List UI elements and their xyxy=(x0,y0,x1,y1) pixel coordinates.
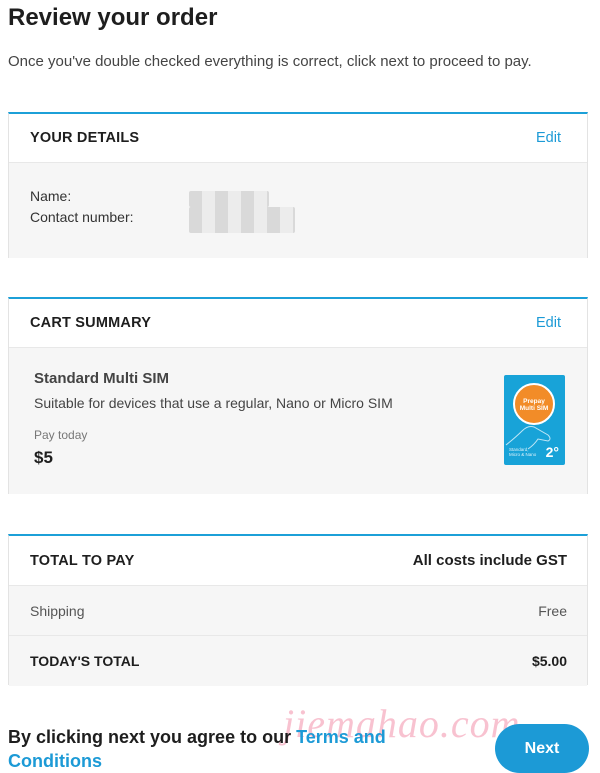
cart-summary-title: CART SUMMARY xyxy=(30,315,152,331)
total-header: TOTAL TO PAY All costs include GST xyxy=(9,536,587,586)
your-details-card: YOUR DETAILS Edit Name: Contact number: xyxy=(8,112,588,258)
product-description: Suitable for devices that use a regular,… xyxy=(34,395,393,411)
sim-card-image: Prepay Multi SIM Standard, Micro & Nano … xyxy=(504,375,565,465)
todays-total-label: TODAY'S TOTAL xyxy=(30,653,140,669)
name-label: Name: xyxy=(30,188,72,204)
brand-logo: 2° xyxy=(545,444,559,460)
next-button[interactable]: Next xyxy=(495,724,589,773)
agree-prefix: By clicking next you agree to our xyxy=(8,727,297,747)
page-title: Review your order xyxy=(8,4,218,31)
shipping-label: Shipping xyxy=(30,602,85,619)
product-price: $5 xyxy=(34,448,53,467)
page-subtitle: Once you've double checked everything is… xyxy=(8,53,532,70)
total-title: TOTAL TO PAY xyxy=(30,552,135,569)
product-name: Standard Multi SIM xyxy=(34,370,169,387)
terms-agreement-text: By clicking next you agree to our Terms … xyxy=(8,725,388,773)
todays-total-row: TODAY'S TOTAL $5.00 xyxy=(9,636,587,686)
edit-details-link[interactable]: Edit xyxy=(536,130,561,146)
your-details-header: YOUR DETAILS Edit xyxy=(9,114,587,163)
todays-total-value: $5.00 xyxy=(531,653,567,669)
total-to-pay-card: TOTAL TO PAY All costs include GST Shipp… xyxy=(8,534,588,686)
contact-number-value-redacted xyxy=(189,207,295,233)
edit-cart-link[interactable]: Edit xyxy=(536,315,561,331)
gst-note: All costs include GST xyxy=(412,552,567,569)
pay-today-label: Pay today xyxy=(34,428,88,442)
contact-number-label: Contact number: xyxy=(30,209,134,225)
cart-summary-body: Standard Multi SIM Suitable for devices … xyxy=(9,348,587,494)
name-value-redacted xyxy=(189,191,269,207)
your-details-title: YOUR DETAILS xyxy=(30,130,140,146)
shipping-value: Free xyxy=(538,602,567,619)
your-details-body: Name: Contact number: xyxy=(9,163,587,258)
sim-small-text: Standard, Micro & Nano xyxy=(509,447,537,457)
cart-summary-header: CART SUMMARY Edit xyxy=(9,299,587,348)
cart-summary-card: CART SUMMARY Edit Standard Multi SIM Sui… xyxy=(8,297,588,494)
shipping-row: Shipping Free xyxy=(9,586,587,636)
